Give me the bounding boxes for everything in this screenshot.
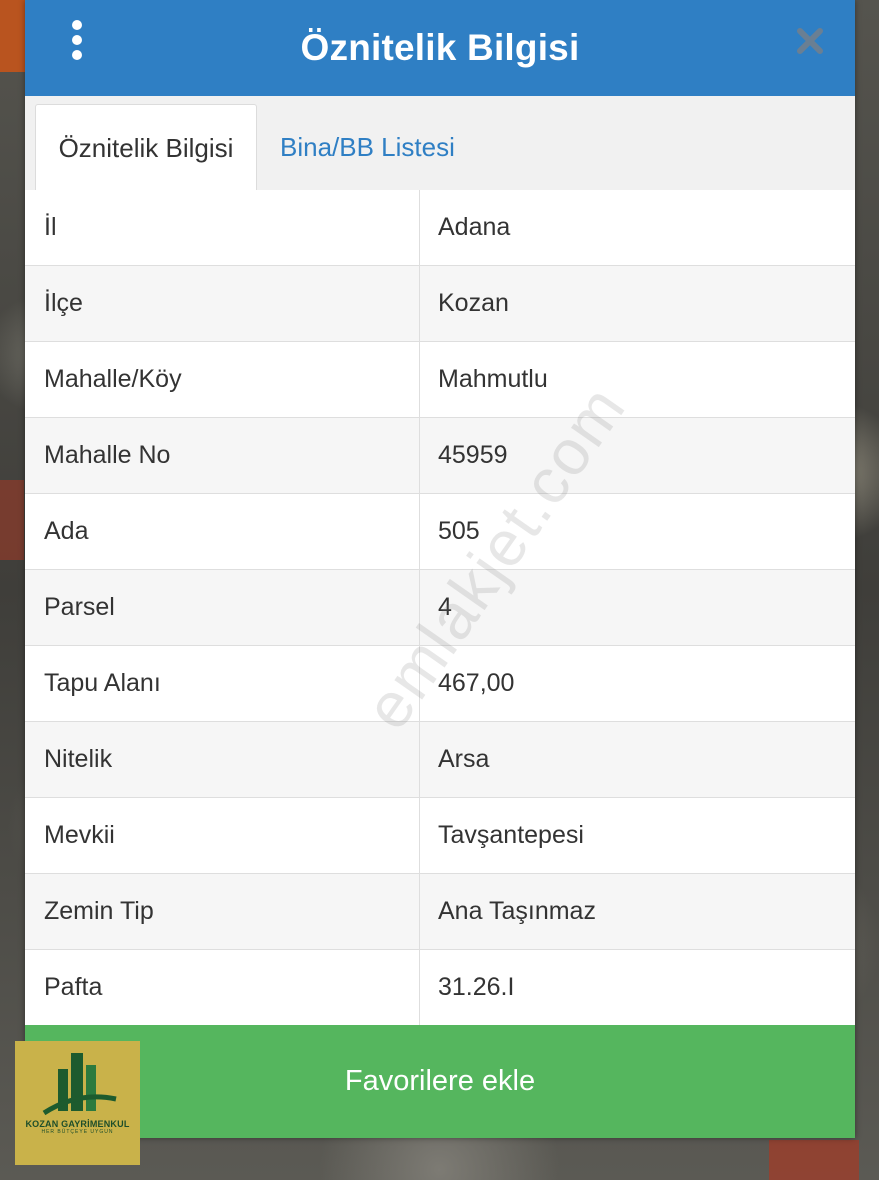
attribute-value: 4 <box>438 593 452 621</box>
logo-slogan: HER BÜTÇEYE UYGUN <box>41 1129 114 1135</box>
table-row: Tapu Alanı 467,00 <box>25 646 855 722</box>
attribute-key: Mevkii <box>25 798 420 873</box>
tab-building-list[interactable]: Bina/BB Listesi <box>280 104 455 190</box>
agency-logo: KOZAN GAYRİMENKUL HER BÜTÇEYE UYGUN <box>15 1041 140 1165</box>
map-rooftop <box>0 480 24 560</box>
attribute-info-dialog: Öznitelik Bilgisi Öznitelik Bilgisi Bina… <box>25 0 855 1138</box>
more-vertical-icon[interactable] <box>67 20 87 60</box>
attribute-key: Ada <box>25 494 420 569</box>
close-icon[interactable] <box>795 26 825 56</box>
attribute-key: Parsel <box>25 570 420 645</box>
attribute-key: İl <box>25 190 420 265</box>
favorites-button-label: Favorilere ekle <box>344 1065 536 1097</box>
tab-label: Öznitelik Bilgisi <box>58 132 234 163</box>
attribute-key: Tapu Alanı <box>25 646 420 721</box>
table-row: Zemin Tip Ana Taşınmaz <box>25 874 855 950</box>
attribute-value: 31.26.I <box>438 973 515 1001</box>
tab-bar: Öznitelik Bilgisi Bina/BB Listesi <box>25 96 855 192</box>
attribute-value: Adana <box>438 213 511 241</box>
attribute-key: Pafta <box>25 950 420 1025</box>
table-row: İl Adana <box>25 190 855 266</box>
attribute-value: 45959 <box>438 441 508 469</box>
tab-attribute-info[interactable]: Öznitelik Bilgisi <box>35 104 257 191</box>
attribute-key: Nitelik <box>25 722 420 797</box>
attribute-value: Mahmutlu <box>438 365 548 393</box>
table-row: Nitelik Arsa <box>25 722 855 798</box>
attribute-table: İl Adana İlçe Kozan Mahalle/Köy Mahmutlu… <box>25 190 855 1026</box>
attribute-value: Tavşantepesi <box>438 821 584 849</box>
table-row: Parsel 4 <box>25 570 855 646</box>
table-row: Mevkii Tavşantepesi <box>25 798 855 874</box>
table-row: Ada 505 <box>25 494 855 570</box>
map-rooftop <box>0 0 28 72</box>
attribute-value: 505 <box>438 517 480 545</box>
dialog-header: Öznitelik Bilgisi <box>25 0 855 96</box>
attribute-key: Mahalle/Köy <box>25 342 420 417</box>
add-to-favorites-button[interactable]: Favorilere ekle <box>25 1025 855 1138</box>
attribute-value: 467,00 <box>438 669 515 697</box>
table-row: Mahalle/Köy Mahmutlu <box>25 342 855 418</box>
attribute-value: Ana Taşınmaz <box>438 897 596 925</box>
map-rooftop <box>769 1140 859 1180</box>
building-icon <box>42 1053 117 1116</box>
table-row: Mahalle No 45959 <box>25 418 855 494</box>
table-row: İlçe Kozan <box>25 266 855 342</box>
attribute-value: Kozan <box>438 289 509 317</box>
dialog-title: Öznitelik Bilgisi <box>300 27 580 68</box>
table-row: Pafta 31.26.I <box>25 950 855 1026</box>
attribute-value: Arsa <box>438 745 490 773</box>
logo-name: KOZAN GAYRİMENKUL <box>25 1119 130 1129</box>
attribute-key: Mahalle No <box>25 418 420 493</box>
attribute-key: Zemin Tip <box>25 874 420 949</box>
tab-label: Bina/BB Listesi <box>280 131 455 162</box>
attribute-key: İlçe <box>25 266 420 341</box>
